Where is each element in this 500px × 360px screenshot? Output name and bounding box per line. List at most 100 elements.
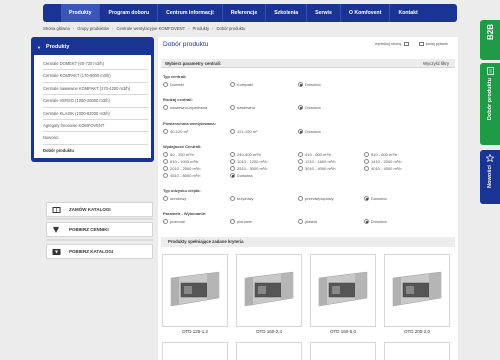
radio-label: 1410 - 2000 m³/h bbox=[371, 159, 402, 164]
product-name[interactable]: OTD 200-2,0 bbox=[384, 329, 450, 334]
group-label-wykonanie: Parametr - Wykonanie: bbox=[163, 211, 207, 216]
nav-referencje[interactable]: Referencje bbox=[223, 4, 267, 22]
order-catalogs-button[interactable]: ZAMÓW KATALOGI bbox=[46, 202, 153, 217]
radio-powierzchnia-40-120[interactable]: 40-120 m² bbox=[163, 129, 188, 134]
group-label-wydajnosc: Wydajność Centrali: bbox=[163, 144, 202, 149]
sidebar-header[interactable]: ▼ Produkty bbox=[34, 39, 151, 55]
breadcrumb-produkty[interactable]: Produkty bbox=[193, 26, 210, 31]
radio-label: 4010 - 4500 m³/h bbox=[371, 166, 402, 171]
radio-dot bbox=[163, 166, 168, 171]
triangle-down-icon: ▼ bbox=[37, 44, 41, 50]
group-label-typ: Typ centrali: bbox=[163, 74, 187, 79]
sidebar-item-kompakt-nawiewne[interactable]: Centrale nawiewne KOMPAKT (170-4200 m3/h… bbox=[43, 83, 148, 96]
radio-wydajnosc-240-400[interactable]: 240-400 m³/h bbox=[230, 152, 261, 157]
radio-label: 1010 - 1200 m³/h bbox=[237, 159, 268, 164]
sidebar-item-kompakt[interactable]: Centrale KOMPAKT (170-8000 m3/h) bbox=[43, 70, 148, 83]
nav-produkty[interactable]: Produkty bbox=[61, 4, 101, 22]
clear-filters-link[interactable]: Wyczyść filtry bbox=[423, 61, 449, 66]
radio-wydajnosc-1010-1200[interactable]: 1010 - 1200 m³/h bbox=[230, 159, 267, 164]
sidebar-item-domekt[interactable]: Centrale DOMEKT (60-720 m3/h) bbox=[43, 58, 148, 71]
radio-label: 810 - 1000 m³/h bbox=[170, 159, 199, 164]
radio-dot bbox=[298, 219, 303, 224]
ask-question-link[interactable]: zadaj pytanie bbox=[418, 42, 448, 46]
radio-wydajnosc-1210-1600[interactable]: 1210 - 1600 m³/h bbox=[298, 159, 335, 164]
radio-wydajnosc-2010-2500[interactable]: 2010 - 2500 m³/h bbox=[163, 166, 200, 171]
product-card[interactable] bbox=[310, 254, 376, 327]
side-tab-dobor-label: Dobór produktu bbox=[487, 78, 493, 121]
product-card[interactable] bbox=[236, 254, 302, 327]
radio-label: 2010 - 2500 m³/h bbox=[170, 166, 201, 171]
radio-wydajnosc-4510-8000[interactable]: 4510 - 8000 m³/h bbox=[163, 173, 200, 178]
radio-odzysk-krzyzowy[interactable]: krzyżowy bbox=[230, 196, 253, 201]
radio-wydajnosc-50-150[interactable]: 50 - 150 m³/h bbox=[163, 152, 194, 157]
radio-odzysk-dowolna[interactable]: Dowolna bbox=[364, 196, 387, 201]
radio-wykonanie-pionowe[interactable]: pionowe bbox=[230, 219, 252, 224]
product-name[interactable]: OTD 160-5,0 bbox=[310, 329, 376, 334]
printer-icon bbox=[403, 42, 409, 46]
nav-serwis[interactable]: Serwis bbox=[307, 4, 341, 22]
radio-label: nawiewna bbox=[237, 105, 255, 110]
side-tab-dobor[interactable]: Dobór produktu bbox=[480, 63, 500, 145]
radio-odzysk-obrotowy[interactable]: obrotowy bbox=[163, 196, 186, 201]
side-tab-nowosci[interactable]: Nowości bbox=[480, 150, 500, 204]
sidebar-item-klasik[interactable]: Centrale KLASIK (1000-82000 m3/h) bbox=[43, 108, 148, 121]
mail-icon bbox=[418, 42, 424, 46]
radio-wykonanie-dowolna[interactable]: Dowolna bbox=[364, 219, 387, 224]
radio-wydajnosc-4010-4500[interactable]: 4010 - 4500 m³/h bbox=[364, 166, 401, 171]
radio-wydajnosc-2510-3000[interactable]: 2510 - 3000 m³/h bbox=[230, 166, 267, 171]
radio-label: Dowolna bbox=[371, 196, 387, 201]
nav-o-komfovent[interactable]: O Komfovent bbox=[341, 4, 391, 22]
nav-program-doboru[interactable]: Program doboru bbox=[100, 4, 159, 22]
radio-rodzaj-nawiewno-wywiewna[interactable]: nawiewno-wywiewna bbox=[163, 105, 207, 110]
radio-dot-selected bbox=[298, 129, 303, 134]
radio-wydajnosc-1410-2000[interactable]: 1410 - 2000 m³/h bbox=[364, 159, 401, 164]
products-header: Produkty spełniające zadane kryteria bbox=[161, 237, 455, 247]
breadcrumb-home[interactable]: Strona główna bbox=[43, 26, 70, 31]
product-card[interactable] bbox=[162, 254, 228, 327]
group-label-odzysk: Typ odzysku ciepła: bbox=[163, 188, 201, 193]
nav-kontakt[interactable]: Kontakt bbox=[390, 4, 425, 22]
radio-dot bbox=[298, 166, 303, 171]
print-link[interactable]: wydrukuj stronę bbox=[375, 42, 409, 46]
sidebar-item-agregaty[interactable]: Agregaty freonowe KOMFOVENT bbox=[43, 120, 148, 133]
radio-wydajnosc-610-800[interactable]: 610 - 800 m³/h bbox=[364, 152, 397, 157]
download-catalogs-button[interactable]: POBIERZ KATALOGI bbox=[46, 244, 153, 259]
radio-dot bbox=[364, 152, 369, 157]
sidebar-item-dobor[interactable]: Dobór produktu bbox=[43, 145, 148, 156]
product-card[interactable] bbox=[310, 342, 376, 360]
radio-powierzchnia-dowolna[interactable]: Dowolna bbox=[298, 129, 321, 134]
product-card[interactable] bbox=[384, 342, 450, 360]
sidebar-item-verso[interactable]: Centrale VERSO (1000-26000 m3/h) bbox=[43, 95, 148, 108]
radio-wykonanie-plaskie[interactable]: płaskie bbox=[298, 219, 317, 224]
radio-label: Dowolna bbox=[305, 129, 321, 134]
radio-wydajnosc-410-600[interactable]: 410 - 600 m³/h bbox=[298, 152, 331, 157]
radio-dot bbox=[230, 129, 235, 134]
breadcrumb-centrale[interactable]: Centrale wentylacyjne KOMFOVENT bbox=[116, 26, 185, 31]
radio-typ-domekt[interactable]: Domekt bbox=[163, 82, 184, 87]
product-name[interactable]: OTD 160-2,4 bbox=[236, 329, 302, 334]
radio-wydajnosc-810-1000[interactable]: 810 - 1000 m³/h bbox=[163, 159, 198, 164]
radio-odzysk-przeciwpradowy[interactable]: przeciwprądowy bbox=[298, 196, 334, 201]
download-catalog-icon bbox=[47, 245, 65, 258]
radio-wydajnosc-dowolna[interactable]: Dowolna bbox=[230, 173, 253, 178]
download-icon bbox=[47, 223, 65, 236]
radio-powierzchnia-121-190[interactable]: 121-190 m² bbox=[230, 129, 257, 134]
product-card[interactable] bbox=[236, 342, 302, 360]
radio-rodzaj-dowolna[interactable]: Dowolna bbox=[298, 105, 321, 110]
divider bbox=[46, 218, 153, 220]
download-prices-button[interactable]: POBIERZ CENNIKI bbox=[46, 222, 153, 237]
side-tab-b2b[interactable]: B2B bbox=[480, 20, 500, 60]
nav-centrum-informacji[interactable]: Centrum informacji bbox=[158, 4, 223, 22]
radio-typ-dowolna[interactable]: Dowolna bbox=[298, 82, 321, 87]
side-tab-nowosci-label: Nowości bbox=[487, 165, 493, 189]
nav-szkolenia[interactable]: Szkolenia bbox=[266, 4, 308, 22]
radio-rodzaj-nawiewna[interactable]: nawiewna bbox=[230, 105, 255, 110]
radio-typ-kompakt[interactable]: Kompakt bbox=[230, 82, 253, 87]
radio-wykonanie-poziome[interactable]: poziome bbox=[163, 219, 185, 224]
sidebar-item-nowosci[interactable]: Nowości bbox=[43, 132, 148, 145]
radio-wydajnosc-3010-4000[interactable]: 3010 - 4000 m³/h bbox=[298, 166, 335, 171]
product-card[interactable] bbox=[162, 342, 228, 360]
product-card[interactable] bbox=[384, 254, 450, 327]
product-name[interactable]: OTD 125-1,2 bbox=[162, 329, 228, 334]
breadcrumb-groups[interactable]: Grupy produktów bbox=[77, 26, 109, 31]
